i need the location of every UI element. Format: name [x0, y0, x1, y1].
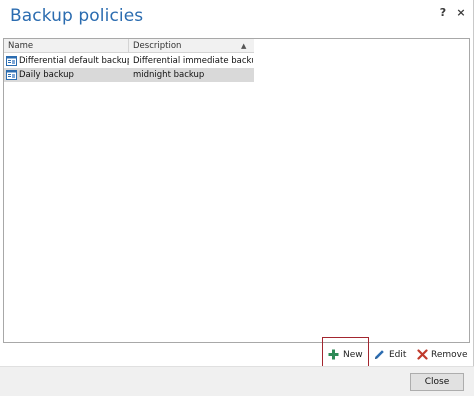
dialog-title: Backup policies [10, 6, 144, 26]
table-row[interactable]: Differential default backup Differential… [4, 54, 254, 68]
table-row[interactable]: Daily backup midnight backup [4, 68, 254, 82]
x-icon [417, 349, 428, 360]
help-button[interactable]: ? [436, 6, 450, 20]
pencil-icon [375, 350, 384, 359]
remove-button-label: Remove [431, 350, 468, 360]
column-header-name[interactable]: Name [4, 39, 129, 53]
edit-button-label: Edit [389, 350, 407, 360]
new-button[interactable]: New [328, 346, 368, 364]
list-header: Name Description ▲ [4, 39, 254, 53]
close-window-button[interactable]: × [454, 6, 468, 20]
column-header-description[interactable]: Description [129, 39, 254, 53]
plus-icon [328, 349, 339, 360]
backup-policies-dialog: Backup policies ? × Name Description ▲ D… [0, 0, 474, 396]
sort-ascending-icon: ▲ [241, 42, 247, 50]
remove-button[interactable]: Remove [417, 346, 469, 364]
policy-icon [6, 70, 17, 80]
close-button[interactable]: Close [410, 373, 464, 391]
edit-button[interactable]: Edit [374, 346, 410, 364]
row-name: Daily backup [19, 70, 74, 80]
row-description: Differential immediate backup [133, 56, 253, 66]
row-description: midnight backup [133, 70, 205, 80]
policies-list[interactable]: Name Description ▲ Differential default … [3, 38, 470, 343]
dialog-footer: Close [0, 366, 474, 396]
row-name: Differential default backup [19, 56, 129, 66]
action-bar: New Edit Remove [0, 344, 474, 366]
policy-icon [6, 56, 17, 66]
title-bar: Backup policies ? × [0, 0, 474, 36]
new-button-label: New [343, 350, 363, 360]
